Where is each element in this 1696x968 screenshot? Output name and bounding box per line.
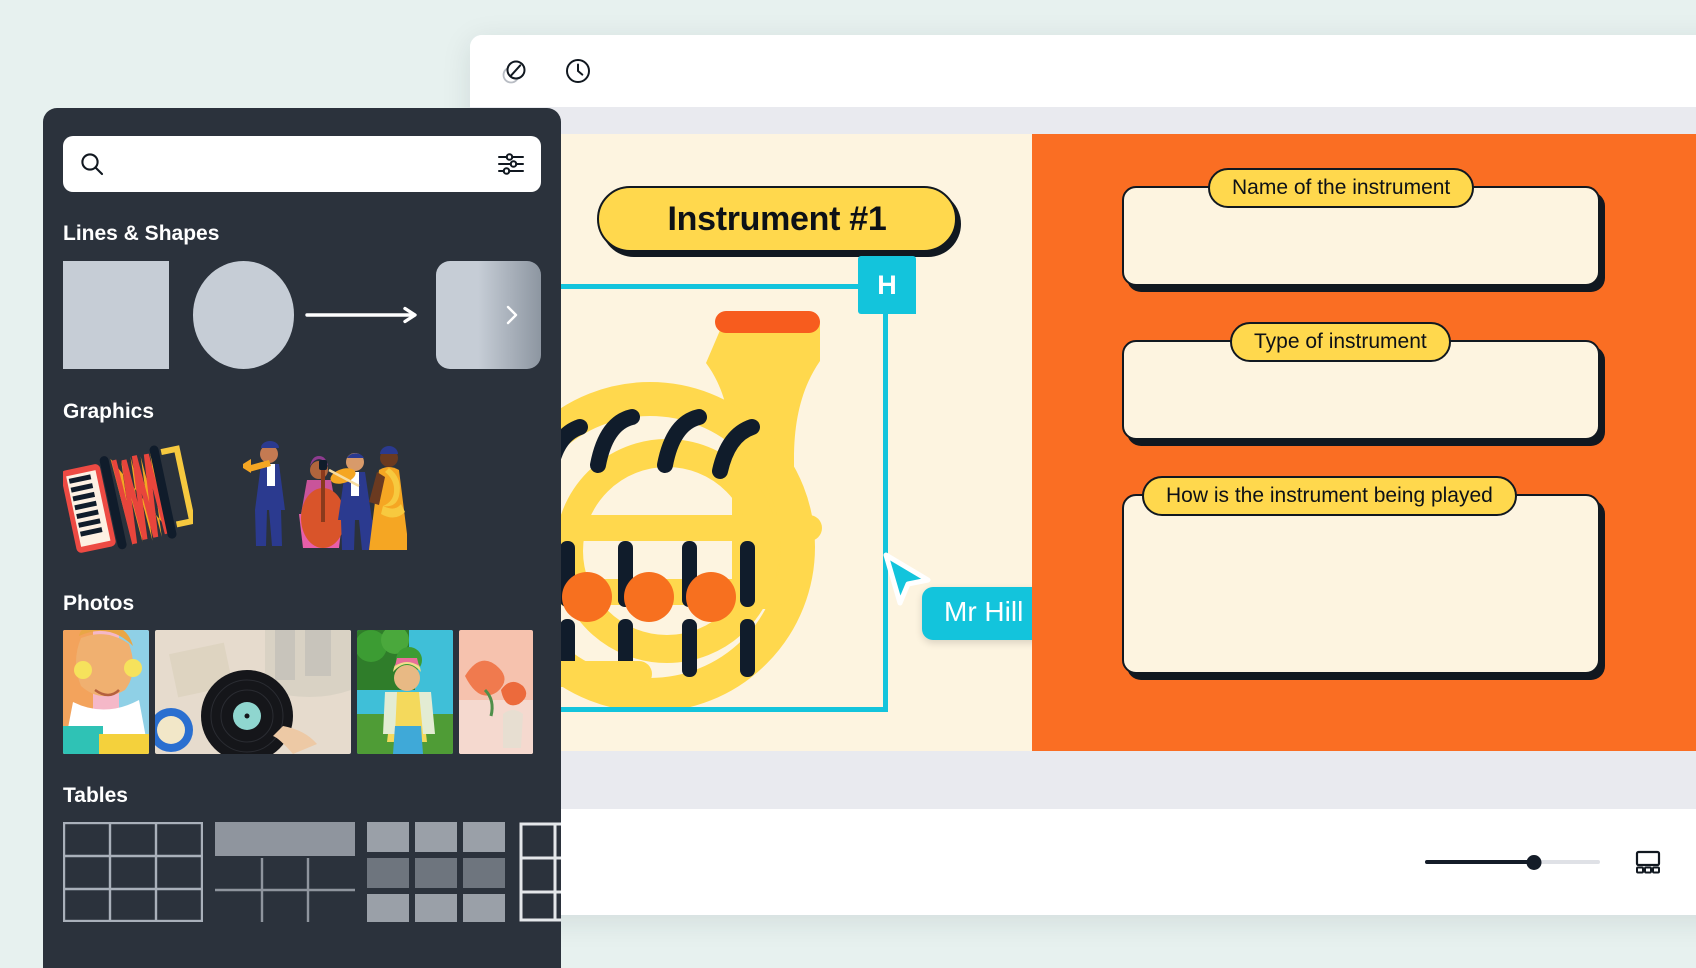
rounded-rect-shape-item[interactable] [435, 261, 541, 369]
photo-woman-outdoors [357, 630, 453, 754]
section-title-graphics: Graphics [63, 400, 155, 423]
search-bar[interactable] [63, 136, 541, 192]
french-horn-graphic [502, 311, 822, 712]
slide-content: Instrument #1 H Mr Hill Name of the inst… [470, 134, 1696, 751]
table-outline-icon [519, 822, 561, 922]
photos-list [63, 630, 541, 754]
photo-thumb-woman-earrings[interactable] [63, 630, 149, 754]
table-striped-item[interactable] [367, 822, 507, 927]
collaborator-name: Mr Hill [944, 596, 1024, 627]
field-label-text: Type of instrument [1254, 330, 1427, 353]
table-plain-grid-item[interactable] [62, 821, 204, 927]
zoom-slider[interactable] [1425, 852, 1600, 872]
section-title-lines-shapes: Lines & Shapes [63, 222, 220, 245]
field-label-type-of-instrument[interactable]: Type of instrument [1230, 322, 1451, 362]
slide-canvas[interactable]: Instrument #1 H Mr Hill Name of the inst… [470, 134, 1696, 751]
accordion-graphic [60, 444, 196, 553]
photo-vinyl-record [155, 630, 351, 754]
design-editor-window: Instrument #1 H Mr Hill Name of the inst… [470, 35, 1696, 915]
zoom-slider-fill [1425, 860, 1534, 864]
table-header-row-item[interactable] [215, 822, 355, 927]
photo-thumb-vinyl-record[interactable] [155, 630, 351, 754]
accordion-graphic-item[interactable] [60, 438, 196, 563]
section-title-photos: Photos [63, 592, 135, 615]
zoom-slider-knob[interactable] [1526, 855, 1541, 870]
slide-right-panel: Name of the instrument Type of instrumen… [1032, 134, 1696, 751]
elements-side-panel: Lines & Shapes Graphics Photos Tables [43, 108, 561, 968]
chevron-right-icon [506, 305, 518, 325]
table-outline-item[interactable] [519, 822, 561, 927]
search-input[interactable] [119, 153, 497, 175]
arrow-right-icon [305, 306, 417, 324]
table-header-row-icon [215, 822, 355, 922]
field-input-how-played[interactable] [1122, 494, 1600, 674]
history-icon-button[interactable] [557, 50, 599, 92]
field-label-text: How is the instrument being played [1166, 484, 1493, 507]
photo-thumb-peach-flowers[interactable] [459, 630, 533, 754]
duplicate-icon-button[interactable] [493, 50, 535, 92]
field-label-how-played[interactable]: How is the instrument being played [1142, 476, 1517, 516]
app-root: Instrument #1 H Mr Hill Name of the inst… [0, 0, 1696, 968]
musicians-band-graphic-item[interactable] [237, 436, 409, 565]
table-striped-icon [367, 822, 505, 922]
photo-woman-earrings [63, 630, 149, 754]
sliders-filter-icon[interactable] [497, 151, 525, 177]
arrow-shape-item[interactable] [294, 261, 435, 369]
slides-grid-icon [1635, 850, 1661, 874]
slide-title-pill[interactable]: Instrument #1 [597, 186, 957, 252]
graphics-list [60, 436, 541, 565]
history-clock-icon [566, 59, 590, 83]
shapes-next-button[interactable] [499, 302, 525, 328]
circle-shape-item[interactable] [192, 261, 295, 369]
collaborator-name-label: Mr Hill [922, 587, 1046, 640]
square-shape-item[interactable] [63, 261, 169, 369]
editor-bottom-bar [470, 809, 1696, 915]
section-title-tables: Tables [63, 784, 128, 807]
field-label-name-of-instrument[interactable]: Name of the instrument [1208, 168, 1475, 208]
page-title: Instrument #1 [667, 199, 887, 238]
photo-peach-flowers [459, 630, 533, 754]
duplicate-icon [502, 60, 526, 84]
editor-toolbar [470, 35, 1696, 107]
field-label-text: Name of the instrument [1232, 176, 1451, 199]
tables-list [62, 821, 561, 932]
grid-view-button[interactable] [1628, 842, 1668, 882]
search-icon [81, 153, 104, 176]
shape-list [63, 260, 541, 370]
table-plain-grid-icon [62, 821, 204, 923]
french-horn-illustration[interactable] [502, 289, 920, 729]
photo-thumb-woman-outdoors[interactable] [357, 630, 453, 754]
musicians-band-graphic [243, 440, 409, 550]
editor-canvas-area: Instrument #1 H Mr Hill Name of the inst… [470, 107, 1696, 915]
